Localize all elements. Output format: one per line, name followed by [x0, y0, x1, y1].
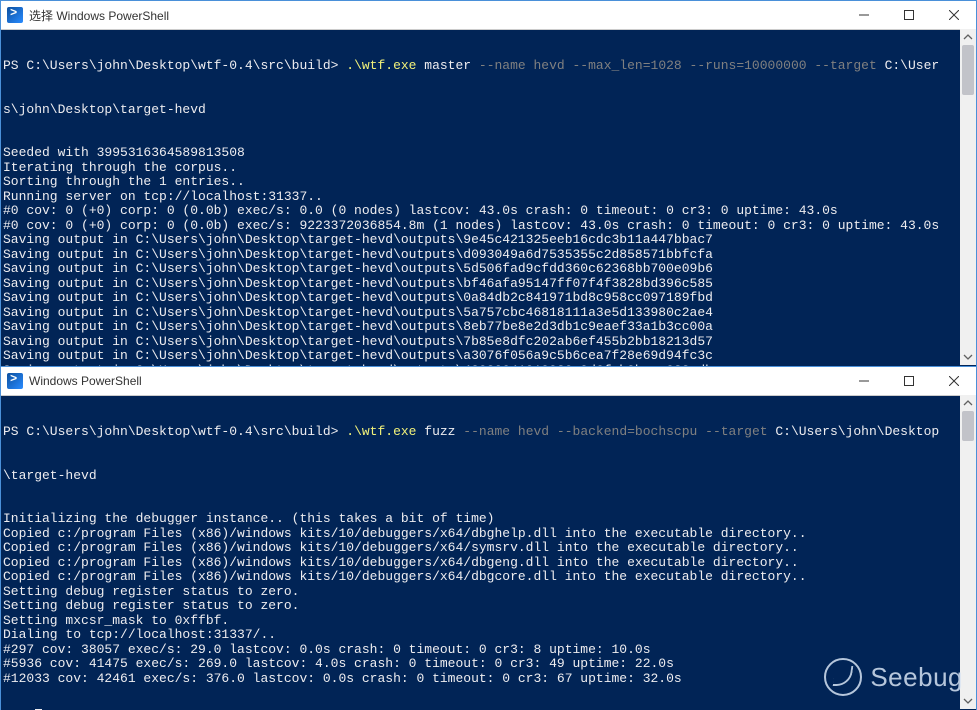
output-line: Dialing to tcp://localhost:31337/.. [3, 628, 960, 643]
scroll-down-button[interactable] [960, 693, 976, 709]
output-line: Saving output in C:\Users\john\Desktop\t… [3, 248, 960, 263]
output-line: #297 cov: 38057 exec/s: 29.0 lastcov: 0.… [3, 643, 960, 658]
powershell-icon [7, 7, 23, 23]
output-line: Saving output in C:\Users\john\Desktop\t… [3, 320, 960, 335]
minimize-button[interactable] [841, 1, 886, 29]
output-line: #12033 cov: 42461 exec/s: 376.0 lastcov:… [3, 672, 960, 687]
cmd-sub: master [424, 58, 479, 73]
output-line: Saving output in C:\Users\john\Desktop\t… [3, 335, 960, 350]
window-title: 选择 Windows PowerShell [29, 7, 841, 24]
cmd-tail: C:\User [877, 58, 939, 73]
output-line: Setting mxcsr_mask to 0xffbf. [3, 614, 960, 629]
output-line: Copied c:/program Files (x86)/windows ki… [3, 556, 960, 571]
titlebar[interactable]: Windows PowerShell [1, 367, 976, 396]
prompt: PS C:\Users\john\Desktop\wtf-0.4\src\bui… [3, 424, 346, 439]
maximize-button[interactable] [886, 1, 931, 29]
output-line: #5936 cov: 41475 exec/s: 269.0 lastcov: … [3, 657, 960, 672]
cmd-exe: .\wtf.exe [346, 58, 424, 73]
output-line: Saving output in C:\Users\john\Desktop\t… [3, 233, 960, 248]
scroll-track[interactable] [960, 411, 976, 693]
output-line: Saving output in C:\Users\john\Desktop\t… [3, 291, 960, 306]
scroll-thumb[interactable] [962, 45, 974, 95]
scroll-up-button[interactable] [960, 29, 976, 45]
scrollbar[interactable] [960, 29, 976, 365]
close-button[interactable] [931, 367, 976, 395]
output-line: Saving output in C:\Users\john\Desktop\t… [3, 349, 960, 364]
cmd-cont: \target-hevd [3, 469, 960, 484]
cmd-cont: s\john\Desktop\target-hevd [3, 103, 960, 118]
cmd-tail: C:\Users\john\Desktop [768, 424, 940, 439]
output-line: Setting debug register status to zero. [3, 585, 960, 600]
output-line: Running server on tcp://localhost:31337.… [3, 190, 960, 205]
window-title: Windows PowerShell [29, 374, 841, 388]
minimize-button[interactable] [841, 367, 886, 395]
output-line: Setting debug register status to zero. [3, 599, 960, 614]
output-line: Saving output in C:\Users\john\Desktop\t… [3, 306, 960, 321]
titlebar[interactable]: 选择 Windows PowerShell [1, 1, 976, 30]
scroll-track[interactable] [960, 45, 976, 349]
scroll-down-button[interactable] [960, 349, 976, 365]
powershell-icon [7, 373, 23, 389]
output-line: Saving output in C:\Users\john\Desktop\t… [3, 277, 960, 292]
cmd-flags: --name hevd --max_len=1028 --runs=100000… [479, 58, 877, 73]
cmd-exe: .\wtf.exe [346, 424, 424, 439]
scrollbar[interactable] [960, 395, 976, 709]
powershell-window-fuzz: Windows PowerShell PS C:\Users\john\Desk… [0, 366, 977, 710]
cmd-sub: fuzz [424, 424, 463, 439]
output-line: #0 cov: 0 (+0) corp: 0 (0.0b) exec/s: 0.… [3, 204, 960, 219]
output-line: Copied c:/program Files (x86)/windows ki… [3, 541, 960, 556]
output-line: Seeded with 3995316364589813508 [3, 146, 960, 161]
output-line: Copied c:/program Files (x86)/windows ki… [3, 570, 960, 585]
output-line: Initializing the debugger instance.. (th… [3, 512, 960, 527]
cmd-flags: --name hevd --backend=bochscpu --target [463, 424, 767, 439]
output-line: Iterating through the corpus.. [3, 161, 960, 176]
output-line: Copied c:/program Files (x86)/windows ki… [3, 527, 960, 542]
output-line: Saving output in C:\Users\john\Desktop\t… [3, 262, 960, 277]
close-button[interactable] [931, 1, 976, 29]
powershell-window-master: 选择 Windows PowerShell PS C:\Users\john\D… [0, 0, 977, 366]
prompt: PS C:\Users\john\Desktop\wtf-0.4\src\bui… [3, 58, 346, 73]
output-line: Sorting through the 1 entries.. [3, 175, 960, 190]
terminal-output[interactable]: PS C:\Users\john\Desktop\wtf-0.4\src\bui… [1, 396, 976, 710]
terminal-output[interactable]: PS C:\Users\john\Desktop\wtf-0.4\src\bui… [1, 30, 976, 367]
scroll-thumb[interactable] [962, 411, 974, 441]
maximize-button[interactable] [886, 367, 931, 395]
output-line: #0 cov: 0 (+0) corp: 0 (0.0b) exec/s: 92… [3, 219, 960, 234]
scroll-up-button[interactable] [960, 395, 976, 411]
